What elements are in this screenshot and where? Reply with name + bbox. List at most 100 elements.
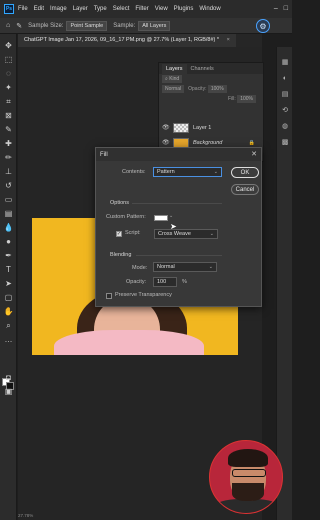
blend-mode-select[interactable]: Normal	[162, 85, 185, 93]
document-tab-bar: ChatGPT Image Jan 17, 2026, 09_16_17 PM.…	[18, 34, 262, 47]
menu-layer[interactable]: Layer	[73, 6, 88, 12]
sample-size-select[interactable]: Point Sample	[66, 20, 108, 31]
script-label: Script:	[125, 230, 141, 236]
more-tools-icon[interactable]: …	[3, 334, 14, 345]
frame-tool-icon[interactable]: ⊠	[3, 110, 14, 121]
close-icon[interactable]: ✕	[251, 150, 257, 158]
options-section-title: Options	[110, 200, 129, 206]
chevron-down-icon: ⌄	[213, 169, 218, 175]
color-icon[interactable]: ◍	[280, 121, 290, 131]
sample-select[interactable]: All Layers	[138, 20, 171, 31]
menu-file[interactable]: File	[18, 6, 28, 12]
gradient-tool-icon[interactable]: ▤	[3, 208, 14, 219]
webcam-overlay	[209, 440, 283, 514]
preserve-transparency-label: Preserve Transparency	[115, 292, 172, 298]
history-icon[interactable]: ⟲	[280, 105, 290, 115]
minimize-icon[interactable]: –	[274, 5, 278, 12]
sample-label: Sample:	[113, 22, 136, 29]
cancel-button[interactable]: Cancel	[231, 184, 259, 195]
chevron-down-icon[interactable]: ⌄	[169, 213, 173, 219]
move-tool-icon[interactable]: ✥	[3, 40, 14, 51]
contents-label: Contents:	[122, 169, 146, 175]
menu-type[interactable]: Type	[94, 6, 107, 12]
script-value: Cross Weave	[158, 231, 191, 237]
tab-channels[interactable]: Channels	[187, 64, 218, 74]
quick-mask-icon[interactable]: ◘	[3, 372, 14, 383]
document-tab-title: ChatGPT Image Jan 17, 2026, 09_16_17 PM.…	[24, 37, 220, 43]
menu-image[interactable]: Image	[50, 6, 67, 12]
path-select-icon[interactable]: ➤	[3, 278, 14, 289]
sample-size-label: Sample Size:	[28, 22, 64, 29]
healing-tool-icon[interactable]: ✚	[3, 138, 14, 149]
layer-name: Background	[193, 139, 223, 146]
script-checkbox[interactable]: ✓	[116, 231, 122, 237]
menu-bar: Ps File Edit Image Layer Type Select Fil…	[0, 0, 292, 18]
window-controls: – □	[274, 5, 288, 12]
layer-name: Layer 1	[193, 124, 212, 131]
swatches-icon[interactable]: ▩	[280, 137, 290, 147]
brush-tool-icon[interactable]: ✏	[3, 152, 14, 163]
blur-tool-icon[interactable]: 💧	[3, 222, 14, 233]
eyedropper-icon[interactable]: ✎	[16, 22, 22, 30]
opacity-input[interactable]: 100	[153, 277, 177, 287]
chevron-down-icon: ⌄	[209, 231, 214, 237]
opacity-field[interactable]: 100%	[207, 85, 227, 93]
dialog-title: Fill	[100, 151, 108, 158]
crop-tool-icon[interactable]: ⌗	[3, 96, 14, 107]
marquee-tool-icon[interactable]: ⬚	[3, 54, 14, 65]
opacity-label: Opacity:	[126, 279, 147, 285]
preserve-transparency-checkbox[interactable]	[106, 293, 112, 299]
menu-plugins[interactable]: Plugins	[174, 6, 194, 12]
menu-filter[interactable]: Filter	[135, 6, 148, 12]
hand-tool-icon[interactable]: ✋	[3, 306, 14, 317]
ok-button[interactable]: OK	[231, 167, 259, 178]
properties-icon[interactable]: ▦	[280, 57, 290, 67]
opacity-unit: %	[182, 279, 187, 285]
photoshop-logo: Ps	[4, 4, 14, 14]
mode-select[interactable]: Normal ⌄	[153, 262, 217, 272]
dodge-tool-icon[interactable]: ●	[3, 236, 14, 247]
layer-thumbnail	[173, 137, 189, 148]
tab-layers[interactable]: Layers	[162, 63, 187, 74]
webcam-beard	[232, 483, 264, 501]
history-brush-icon[interactable]: ↺	[3, 180, 14, 191]
menu-view[interactable]: View	[155, 6, 168, 12]
maximize-icon[interactable]: □	[284, 5, 288, 12]
close-tab-icon[interactable]: ×	[227, 37, 230, 43]
layer-row[interactable]: 👁 Layer 1	[159, 121, 263, 134]
mode-label: Mode:	[132, 265, 148, 271]
eraser-tool-icon[interactable]: ▭	[3, 194, 14, 205]
shape-tool-icon[interactable]: ▢	[3, 292, 14, 303]
fill-dialog: Fill ✕ Contents: Pattern ⌄ OK Cancel Opt…	[95, 147, 262, 307]
quick-select-tool-icon[interactable]: ✦	[3, 82, 14, 93]
custom-pattern-swatch[interactable]	[154, 215, 168, 221]
layers-panel-tabs: Layers Channels	[159, 63, 263, 74]
webcam-shirt	[214, 499, 280, 513]
pen-tool-icon[interactable]: ✒	[3, 250, 14, 261]
mouse-cursor-icon: ➤	[170, 222, 177, 231]
script-select[interactable]: Cross Weave ⌄	[154, 229, 218, 239]
fill-field[interactable]: 100%	[237, 95, 256, 103]
settings-gear-icon[interactable]: ⚙	[256, 19, 270, 33]
adjustments-icon[interactable]: ◐	[280, 73, 290, 83]
screen-mode-icon[interactable]: ▣	[3, 386, 14, 397]
chevron-down-icon: ⌄	[208, 264, 213, 270]
visibility-eye-icon[interactable]: 👁	[162, 124, 170, 131]
contents-select[interactable]: Pattern ⌄	[153, 167, 222, 177]
visibility-eye-icon[interactable]: 👁	[162, 139, 170, 146]
webcam-glasses	[232, 469, 266, 477]
eyedropper-tool-icon[interactable]: ✎	[3, 124, 14, 135]
menu-edit[interactable]: Edit	[34, 6, 44, 12]
home-icon[interactable]: ⌂	[6, 22, 10, 29]
stamp-tool-icon[interactable]: ⊥	[3, 166, 14, 177]
document-tab[interactable]: ChatGPT Image Jan 17, 2026, 09_16_17 PM.…	[18, 34, 236, 47]
type-tool-icon[interactable]: T	[3, 264, 14, 275]
zoom-tool-icon[interactable]: ⌕	[3, 320, 14, 331]
menu-window[interactable]: Window	[199, 6, 220, 12]
lasso-tool-icon[interactable]: ◌	[3, 68, 14, 79]
fill-label: Fill:	[228, 96, 236, 102]
libraries-icon[interactable]: ▤	[280, 89, 290, 99]
kind-filter[interactable]: ⌕ Kind	[162, 75, 183, 83]
menu-select[interactable]: Select	[113, 6, 130, 12]
right-panel-strip: ▦ ◐ ▤ ⟲ ◍ ▩	[276, 47, 292, 520]
